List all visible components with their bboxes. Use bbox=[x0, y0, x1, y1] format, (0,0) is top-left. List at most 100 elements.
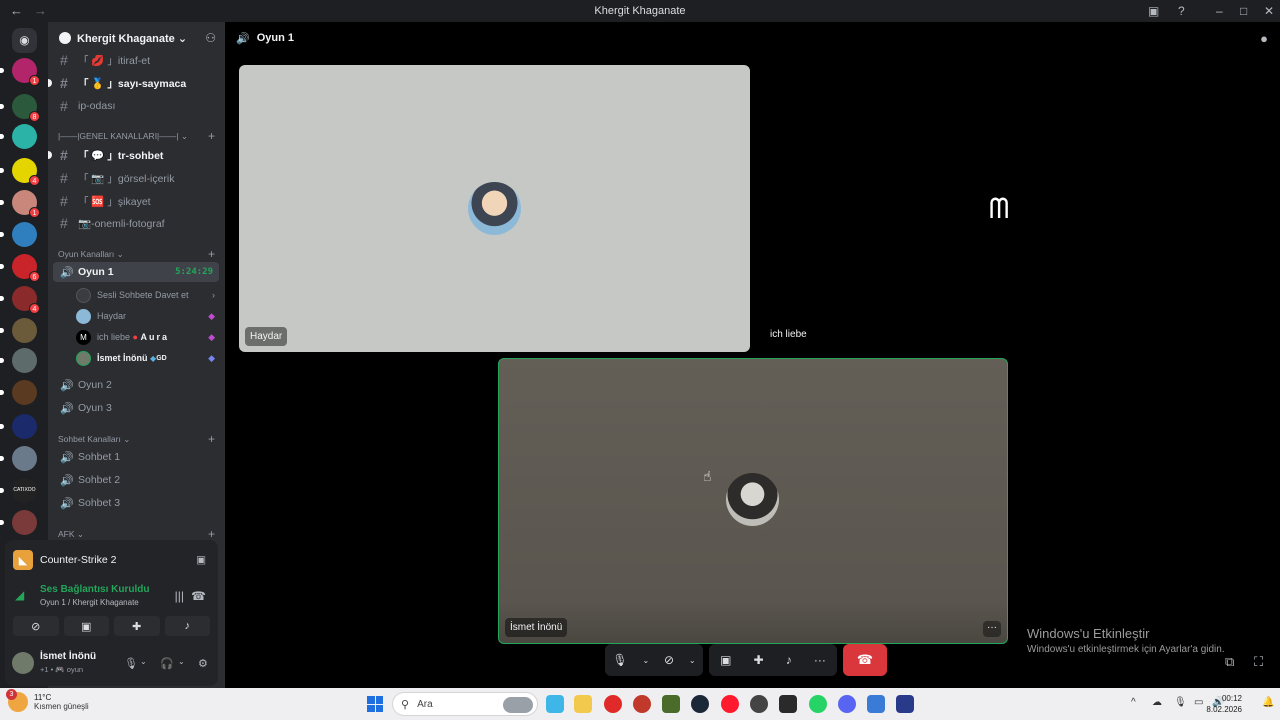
server-icon[interactable]: 6 bbox=[0, 254, 40, 282]
settings-icon[interactable] bbox=[867, 695, 885, 713]
server-icon[interactable] bbox=[0, 318, 37, 343]
text-channel[interactable]: # 「 💬 」tr-sohbet bbox=[48, 145, 219, 165]
voice-channel[interactable]: 🔊 Sohbet 3 bbox=[53, 493, 219, 513]
server-icon[interactable]: 1 bbox=[0, 58, 40, 86]
opera-icon[interactable] bbox=[721, 695, 739, 713]
file-explorer-icon[interactable] bbox=[574, 695, 592, 713]
headphones-icon[interactable]: 🎧 bbox=[160, 657, 174, 670]
voice-channel[interactable]: 🔊 Oyun 2 bbox=[53, 375, 219, 395]
help-icon[interactable]: ? bbox=[1178, 4, 1185, 18]
chevron-up-icon[interactable]: ^ bbox=[1131, 697, 1136, 708]
popout-icon[interactable]: ⧉ bbox=[1225, 654, 1234, 670]
text-channel[interactable]: # 「 🥇 」sayı-saymaca bbox=[48, 73, 219, 93]
voice-channel-active[interactable]: 🔊 Oyun 1 5:24:29 bbox=[53, 262, 219, 282]
vpn-app-icon[interactable] bbox=[546, 695, 564, 713]
app-icon[interactable] bbox=[750, 695, 768, 713]
voice-user[interactable]: Mich liebe ● Aura ◆ bbox=[76, 327, 219, 347]
fullscreen-icon[interactable]: ⛶ bbox=[1254, 654, 1263, 670]
chat-bubble-icon[interactable]: ● bbox=[1260, 31, 1268, 46]
activities-button[interactable]: ✚ bbox=[114, 616, 160, 636]
inbox-icon[interactable]: ▣ bbox=[1148, 4, 1159, 18]
chevron-down-icon[interactable]: ⌄ bbox=[689, 656, 696, 665]
video-tile-haydar[interactable]: Haydar bbox=[239, 65, 750, 352]
video-tile-ismet-inonu[interactable]: İsmet İnönü ··· bbox=[498, 358, 1008, 644]
more-options-button[interactable]: ··· bbox=[983, 621, 1001, 637]
network-icon[interactable]: ☁ bbox=[1152, 697, 1162, 708]
more-icon[interactable]: ··· bbox=[814, 653, 826, 667]
microphone-icon[interactable]: 🎙 bbox=[1174, 697, 1187, 708]
category-genel[interactable]: |——|GENEL KANALLARI|——| ⌄ + bbox=[58, 129, 218, 143]
disconnect-icon[interactable]: ☎ bbox=[191, 589, 206, 603]
text-channel[interactable]: # 「 💋 」itiraf-et bbox=[53, 50, 219, 70]
chevron-down-icon[interactable]: ⌄ bbox=[642, 656, 649, 665]
clock[interactable]: 00:12 8.02.2026 bbox=[1206, 693, 1242, 715]
text-channel[interactable]: # ip-odası bbox=[53, 96, 219, 116]
minecraft-icon[interactable] bbox=[662, 695, 680, 713]
app-icon[interactable] bbox=[604, 695, 622, 713]
activities-icon[interactable]: ✚ bbox=[754, 653, 764, 667]
text-channel[interactable]: # 「 📷 」görsel-içerik bbox=[53, 168, 219, 188]
invite-to-voice[interactable]: Sesli Sohbete Davet et › bbox=[76, 285, 219, 305]
steam-icon[interactable] bbox=[691, 695, 709, 713]
camera-off-button[interactable]: ⊘ bbox=[13, 616, 59, 636]
add-channel-icon[interactable]: + bbox=[208, 129, 215, 143]
signal-icon[interactable]: ◢ bbox=[15, 588, 24, 602]
voice-user[interactable]: Haydar ◆ bbox=[76, 306, 219, 326]
gear-icon[interactable]: ⚙ bbox=[198, 657, 208, 670]
noise-suppression-icon[interactable]: ||| bbox=[175, 589, 184, 603]
discord-icon[interactable] bbox=[838, 695, 856, 713]
voice-channel[interactable]: 🔊 Sohbet 2 bbox=[53, 470, 219, 490]
taskbar-search[interactable]: ⚲ Ara bbox=[392, 692, 538, 716]
text-channel[interactable]: # 📷-onemli-fotograf bbox=[53, 213, 219, 233]
server-icon[interactable] bbox=[0, 510, 37, 535]
server-icon[interactable]: CATIXOO bbox=[0, 478, 37, 503]
text-channel[interactable]: # 「 🆘 」şikayet bbox=[53, 191, 219, 211]
disconnect-button[interactable]: ☎ bbox=[843, 644, 887, 676]
category-afk[interactable]: AFK ⌄ + bbox=[58, 527, 218, 541]
server-icon[interactable] bbox=[0, 348, 37, 373]
close-icon[interactable]: ✕ bbox=[1264, 4, 1274, 18]
epic-games-icon[interactable] bbox=[779, 695, 797, 713]
share-screen-icon[interactable]: ▣ bbox=[720, 653, 731, 667]
whatsapp-icon[interactable] bbox=[809, 695, 827, 713]
avatar[interactable] bbox=[12, 652, 34, 674]
server-icon[interactable] bbox=[0, 222, 37, 247]
soundboard-button[interactable]: ♪ bbox=[164, 616, 210, 636]
add-channel-icon[interactable]: + bbox=[208, 432, 215, 446]
app-icon[interactable] bbox=[896, 695, 914, 713]
category-oyun[interactable]: Oyun Kanalları ⌄ + bbox=[58, 247, 218, 261]
voice-user[interactable]: İsmet İnönü ◆ GD ◆ bbox=[76, 348, 219, 368]
chevron-down-icon[interactable]: ⌄ bbox=[178, 657, 185, 666]
weather-widget[interactable]: 3 11°C Kısmen güneşli bbox=[6, 689, 89, 712]
camera-off-icon[interactable]: ⊘ bbox=[664, 653, 674, 667]
game-activity[interactable]: ◣ Counter-Strike 2 ▣ bbox=[13, 548, 210, 572]
voice-channel[interactable]: 🔊 Oyun 3 bbox=[53, 398, 219, 418]
maximize-icon[interactable]: □ bbox=[1240, 4, 1247, 18]
microphone-icon[interactable]: 🎙 bbox=[612, 653, 627, 667]
screen-share-icon[interactable]: ▣ bbox=[196, 554, 206, 566]
server-icon[interactable] bbox=[0, 124, 37, 149]
add-channel-icon[interactable]: + bbox=[208, 527, 215, 541]
add-channel-icon[interactable]: + bbox=[208, 247, 215, 261]
server-icon[interactable] bbox=[0, 380, 37, 405]
category-sohbet[interactable]: Sohbet Kanalları ⌄ + bbox=[58, 432, 218, 446]
server-icon[interactable] bbox=[0, 446, 37, 471]
chevron-down-icon[interactable]: ⌄ bbox=[140, 657, 147, 666]
minimize-icon[interactable]: – bbox=[1216, 4, 1223, 18]
soundboard-icon[interactable]: ♪ bbox=[786, 653, 792, 667]
server-icon[interactable] bbox=[0, 414, 37, 439]
share-screen-button[interactable]: ▣ bbox=[63, 616, 109, 636]
video-tile-ich-liebe[interactable]: ᗰ ich liebe bbox=[753, 65, 1268, 352]
start-button[interactable] bbox=[367, 696, 383, 712]
notification-bell-icon[interactable]: 🔔 bbox=[1262, 697, 1274, 708]
microphone-icon[interactable]: 🎙 bbox=[124, 657, 138, 670]
server-icon[interactable]: 8 bbox=[0, 94, 40, 122]
add-member-icon[interactable]: ⚇ bbox=[205, 31, 216, 45]
app-icon[interactable] bbox=[633, 695, 651, 713]
voice-channel[interactable]: 🔊 Sohbet 1 bbox=[53, 447, 219, 467]
server-icon[interactable]: 4 bbox=[0, 286, 40, 314]
server-icon[interactable]: 1 bbox=[0, 190, 40, 218]
discord-home-icon[interactable]: ◉ bbox=[12, 28, 37, 53]
server-icon[interactable]: 4 bbox=[0, 158, 40, 186]
display-icon[interactable]: ▭ bbox=[1194, 697, 1203, 708]
